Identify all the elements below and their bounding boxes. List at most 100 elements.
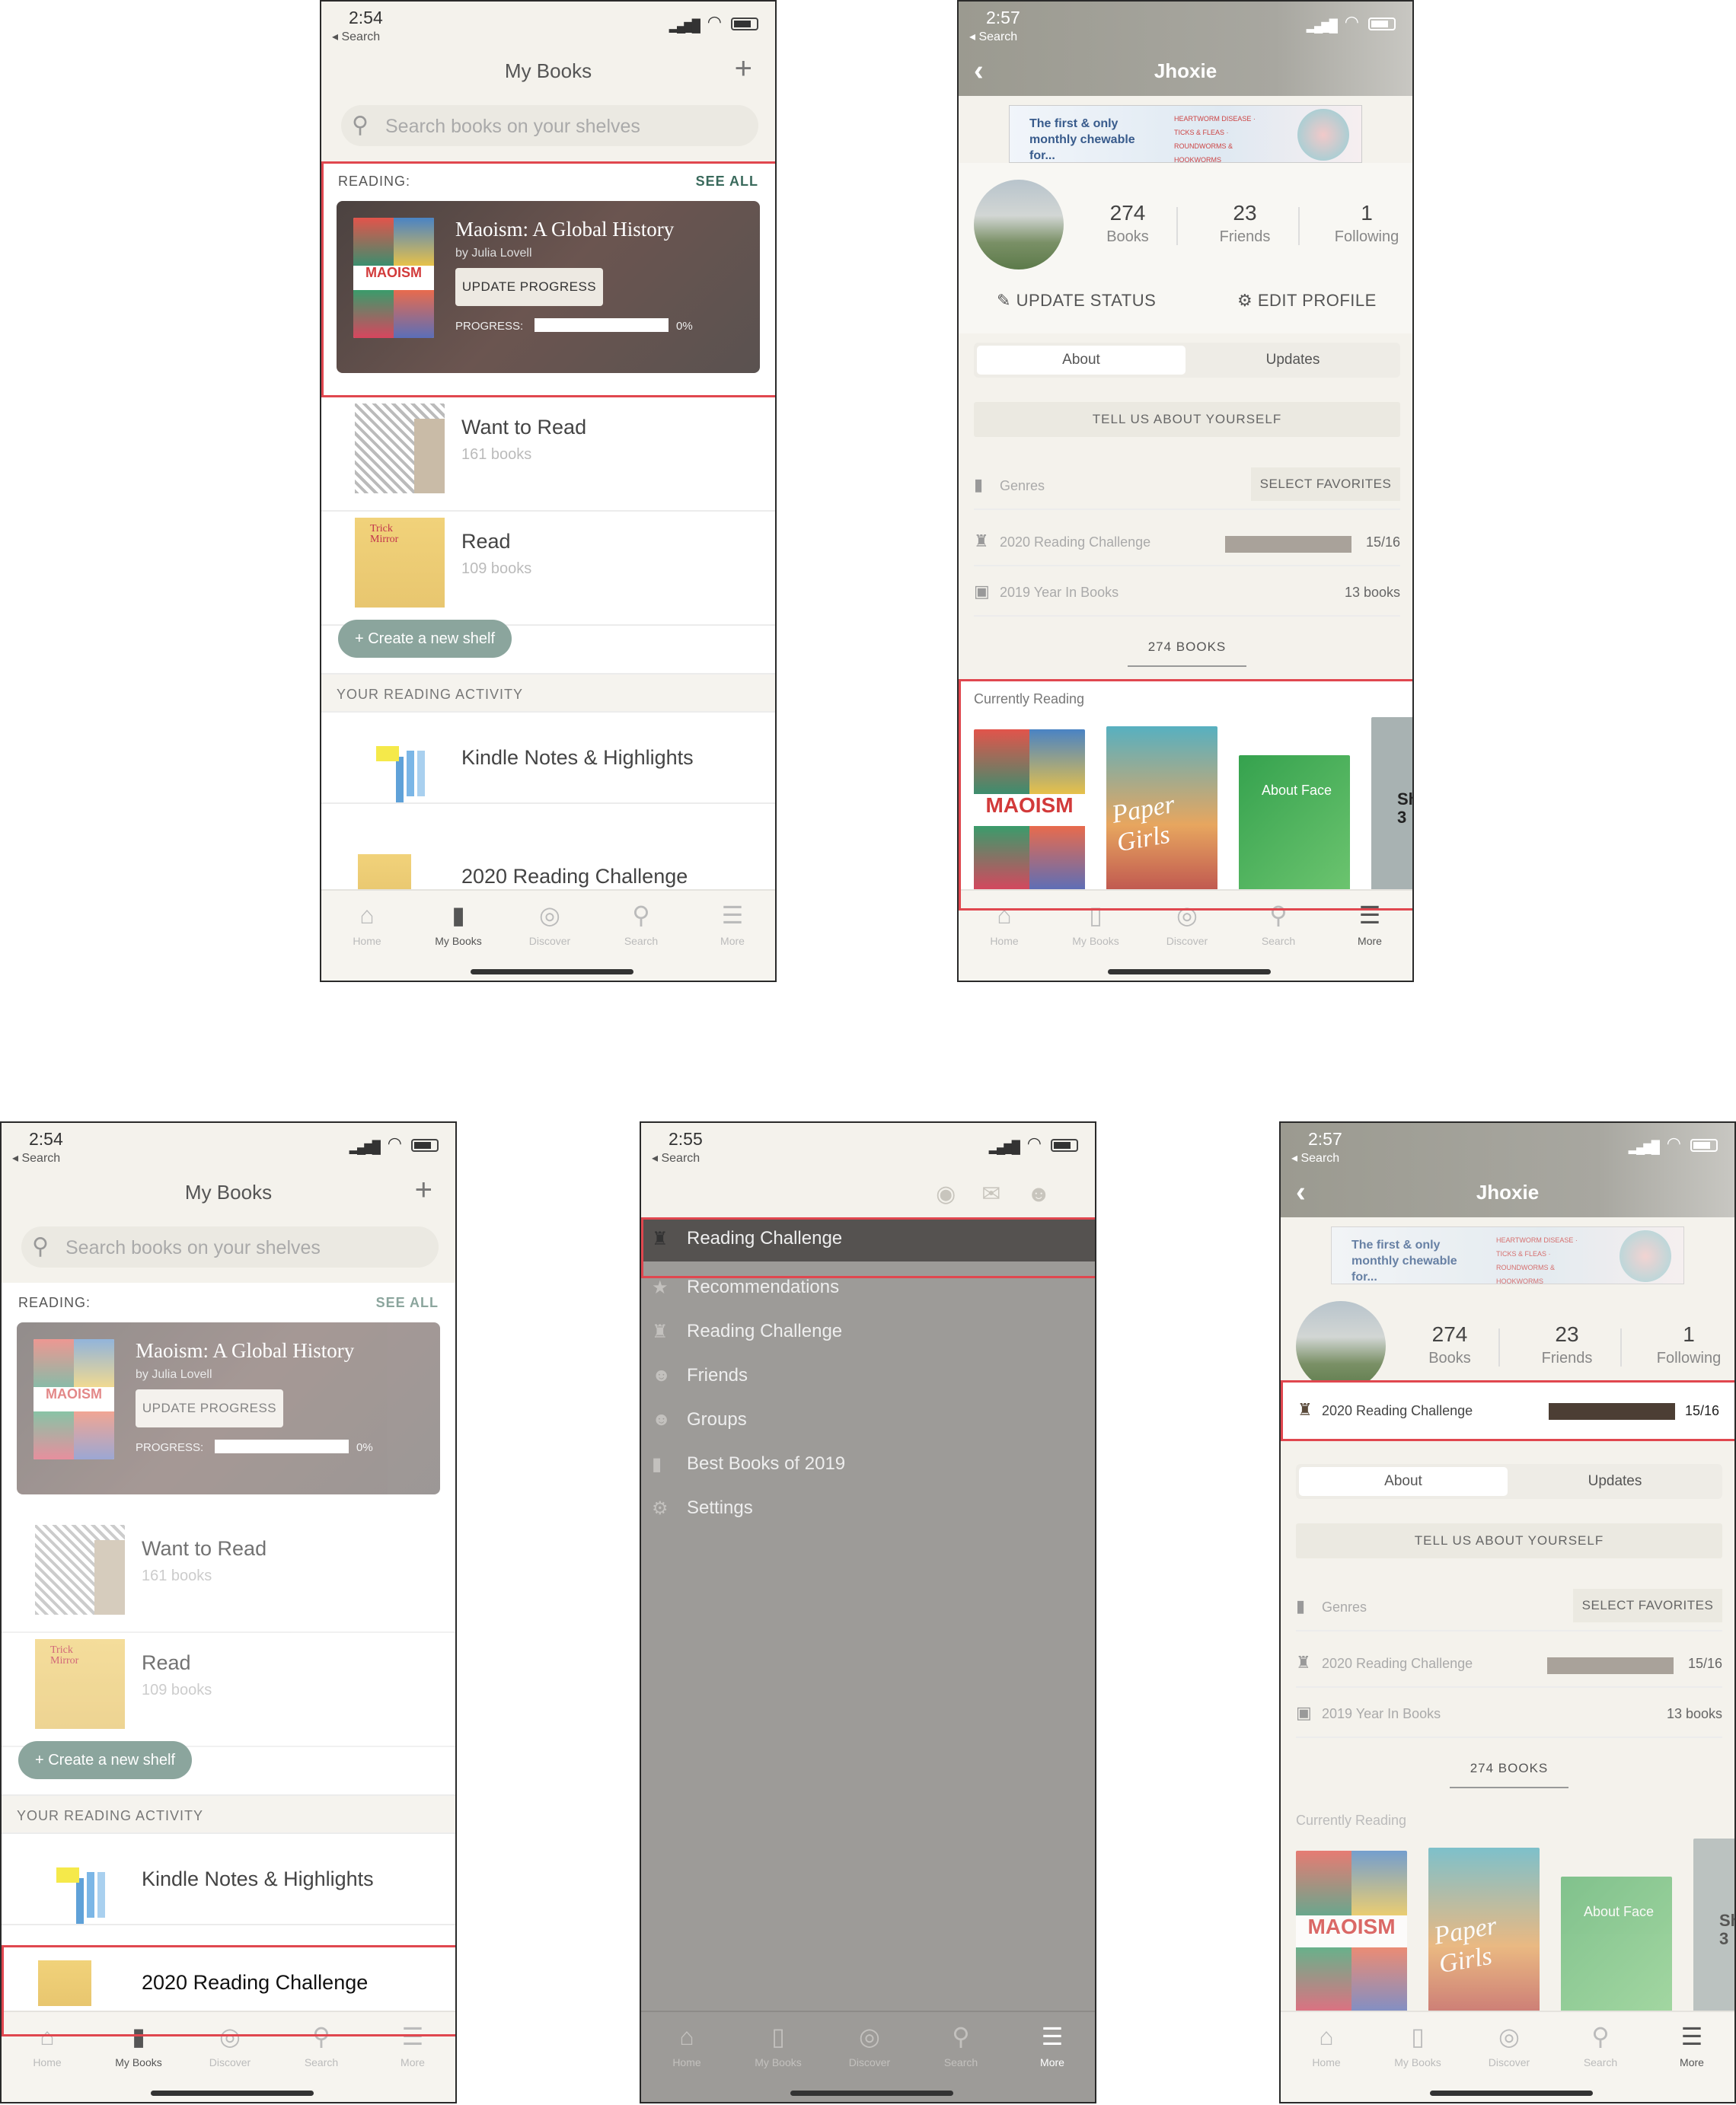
activity-header: YOUR READING ACTIVITY	[321, 673, 775, 713]
avatar[interactable]	[1296, 1301, 1386, 1391]
challenge-row[interactable]: ♜ 2020 Reading Challenge 15/16	[974, 521, 1400, 566]
tab-home[interactable]: ⌂ Home	[1281, 2021, 1372, 2068]
books-total[interactable]: 274 BOOKS	[1128, 639, 1246, 667]
tab-about[interactable]: About	[1299, 1467, 1508, 1496]
stat-friends[interactable]: 23 Friends	[1514, 1322, 1620, 1367]
book-cover-partial[interactable]: Sh 3	[1693, 1839, 1734, 2012]
search-input[interactable]: ⚲ Search books on your shelves	[21, 1226, 439, 1268]
highlight-reading	[321, 161, 775, 397]
screen-profile: 2:57 ◂ Search ▂▄▆█ ◠ ‹ Jhoxie The first …	[957, 0, 1414, 982]
tab-home[interactable]: ⌂ Home	[321, 900, 413, 947]
shelf-want-to-read[interactable]: Want to Read 161 books	[321, 397, 775, 512]
tab-more[interactable]: ☰ More	[687, 900, 775, 947]
signal-icon: ▂▄▆█	[1628, 1141, 1660, 1154]
tell-us-button[interactable]: TELL US ABOUT YOURSELF	[974, 402, 1400, 437]
edit-profile-button[interactable]: ⚙ EDIT PROFILE	[1237, 291, 1377, 311]
back-to-search[interactable]: ◂ Search	[12, 1150, 60, 1166]
update-status-button[interactable]: ✎ UPDATE STATUS	[997, 291, 1156, 311]
back-to-search[interactable]: ◂ Search	[1291, 1150, 1339, 1166]
back-to-search[interactable]: ◂ Search	[652, 1150, 700, 1166]
stat-friends[interactable]: 23 Friends	[1192, 201, 1298, 246]
tab-about[interactable]: About	[977, 346, 1186, 375]
header-icons: ◉✉☻	[936, 1181, 1077, 1207]
back-to-search[interactable]: ◂ Search	[332, 29, 380, 44]
tab-my-books[interactable]: ▮ My Books	[413, 900, 504, 947]
notification-icon[interactable]: ◉	[936, 1182, 981, 1207]
shelf-read[interactable]: Read 109 books	[2, 1633, 455, 1747]
menu-item-best-books[interactable]: ▮ Best Books of 2019	[641, 1443, 1095, 1487]
shelf-want-to-read[interactable]: Want to Read 161 books	[2, 1519, 455, 1633]
tab-discover[interactable]: ◎ Discover	[504, 900, 595, 947]
tab-discover[interactable]: ◎ Discover	[1463, 2021, 1555, 2068]
create-shelf-button[interactable]: + Create a new shelf	[338, 620, 512, 658]
challenge-row[interactable]: ♜ 2020 Reading Challenge 15/16	[1296, 1642, 1722, 1688]
menu-icon: ☰	[1680, 2023, 1703, 2050]
menu-item-reading-challenge-2[interactable]: ♜ Reading Challenge	[641, 1310, 1095, 1354]
tab-updates[interactable]: Updates	[1511, 1467, 1719, 1496]
current-book-card[interactable]: MAOISM Maoism: A Global History by Julia…	[17, 1322, 440, 1494]
tab-discover[interactable]: ◎ Discover	[824, 2021, 915, 2068]
activity-kindle-notes[interactable]: Kindle Notes & Highlights	[2, 1834, 455, 1925]
wifi-icon: ◠	[1666, 1134, 1681, 1153]
update-progress-button[interactable]: UPDATE PROGRESS	[136, 1389, 283, 1427]
ad-banner[interactable]: The first & only monthly chewable for...…	[1331, 1226, 1684, 1285]
tab-my-books[interactable]: ▯ My Books	[1372, 2021, 1463, 2068]
activity-reading-challenge[interactable]: 2020 Reading Challenge	[321, 804, 775, 900]
menu-item-friends[interactable]: ☻ Friends	[641, 1354, 1095, 1399]
create-shelf-button[interactable]: + Create a new shelf	[18, 1741, 192, 1779]
page-title: My Books	[184, 1181, 273, 1204]
back-to-search[interactable]: ◂ Search	[969, 29, 1017, 44]
tab-updates[interactable]: Updates	[1189, 346, 1397, 375]
menu-item-settings[interactable]: ⚙ Settings	[641, 1487, 1095, 1531]
select-favorites-button[interactable]: SELECT FAVORITES	[1251, 467, 1400, 501]
tab-search[interactable]: ⚲ Search	[1555, 2021, 1646, 2068]
mail-icon[interactable]: ✉	[981, 1182, 1026, 1207]
add-icon[interactable]: +	[735, 52, 752, 86]
screen-my-books-challenge: 2:54 ◂ Search ▂▄▆█ ◠ My Books + ⚲ Search…	[0, 1121, 457, 2103]
shelf-read[interactable]: Read 109 books	[321, 512, 775, 626]
stat-books[interactable]: 274 Books	[1074, 201, 1181, 246]
home-indicator	[1108, 969, 1271, 974]
page-title: My Books	[504, 59, 592, 82]
book-cover-about-face[interactable]: About Face	[1561, 1877, 1672, 2012]
book-cover-paper-girls[interactable]: Paper Girls	[1428, 1848, 1540, 2012]
highlight-currently-reading	[959, 679, 1412, 911]
menu-item-groups[interactable]: ☻ Groups	[641, 1399, 1095, 1443]
search-input[interactable]: ⚲ Search books on your shelves	[341, 105, 758, 146]
ad-banner[interactable]: The first & only monthly chewable for...…	[1009, 105, 1362, 164]
stat-following[interactable]: 1 Following	[1313, 201, 1412, 246]
wifi-icon: ◠	[1026, 1134, 1042, 1153]
tab-more[interactable]: ☰ More	[1646, 2021, 1734, 2068]
tab-search[interactable]: ⚲ Search	[595, 900, 687, 947]
year-in-books-row[interactable]: ▣ 2019 Year In Books 13 books	[974, 571, 1400, 617]
tab-bar: ⌂ Home ▮ My Books ◎ Discover ⚲ Search ☰ More	[321, 889, 775, 981]
friends-icon[interactable]: ☻	[1026, 1182, 1077, 1207]
status-bar: 2:54 ◂ Search ▂▄▆█ ◠	[321, 2, 775, 47]
tell-us-button[interactable]: TELL US ABOUT YOURSELF	[1296, 1523, 1722, 1558]
book-cover-maoism[interactable]: MAOISM	[1296, 1851, 1407, 2012]
stat-books[interactable]: 274 Books	[1396, 1322, 1503, 1367]
stat-following[interactable]: 1 Following	[1635, 1322, 1734, 1367]
divider	[1176, 207, 1178, 245]
books-total[interactable]: 274 BOOKS	[1450, 1761, 1568, 1788]
tab-more[interactable]: ☰ More	[1007, 2021, 1095, 2068]
nav-bar: My Books +	[321, 47, 775, 96]
book-icon: ▮	[452, 901, 465, 929]
avatar[interactable]	[974, 180, 1064, 270]
select-favorites-button[interactable]: SELECT FAVORITES	[1573, 1589, 1722, 1622]
divider	[1498, 1328, 1500, 1367]
book-cover[interactable]: MAOISM	[34, 1339, 114, 1459]
add-icon[interactable]: +	[415, 1173, 432, 1207]
home-icon: ⌂	[679, 2023, 694, 2050]
book-icon: ▯	[1411, 2023, 1425, 2050]
activity-kindle-notes[interactable]: Kindle Notes & Highlights	[321, 713, 775, 804]
see-all-link[interactable]: SEE ALL	[376, 1295, 439, 1311]
divider	[1620, 1328, 1622, 1367]
tab-search[interactable]: ⚲ Search	[915, 2021, 1007, 2068]
signal-icon: ▂▄▆█	[1306, 20, 1338, 33]
tab-home[interactable]: ⌂ Home	[641, 2021, 732, 2068]
tab-my-books[interactable]: ▯ My Books	[732, 2021, 824, 2068]
book-title[interactable]: Maoism: A Global History	[136, 1339, 354, 1363]
year-in-books-row[interactable]: ▣ 2019 Year In Books 13 books	[1296, 1692, 1722, 1738]
shelf-thumbnail	[355, 518, 445, 608]
